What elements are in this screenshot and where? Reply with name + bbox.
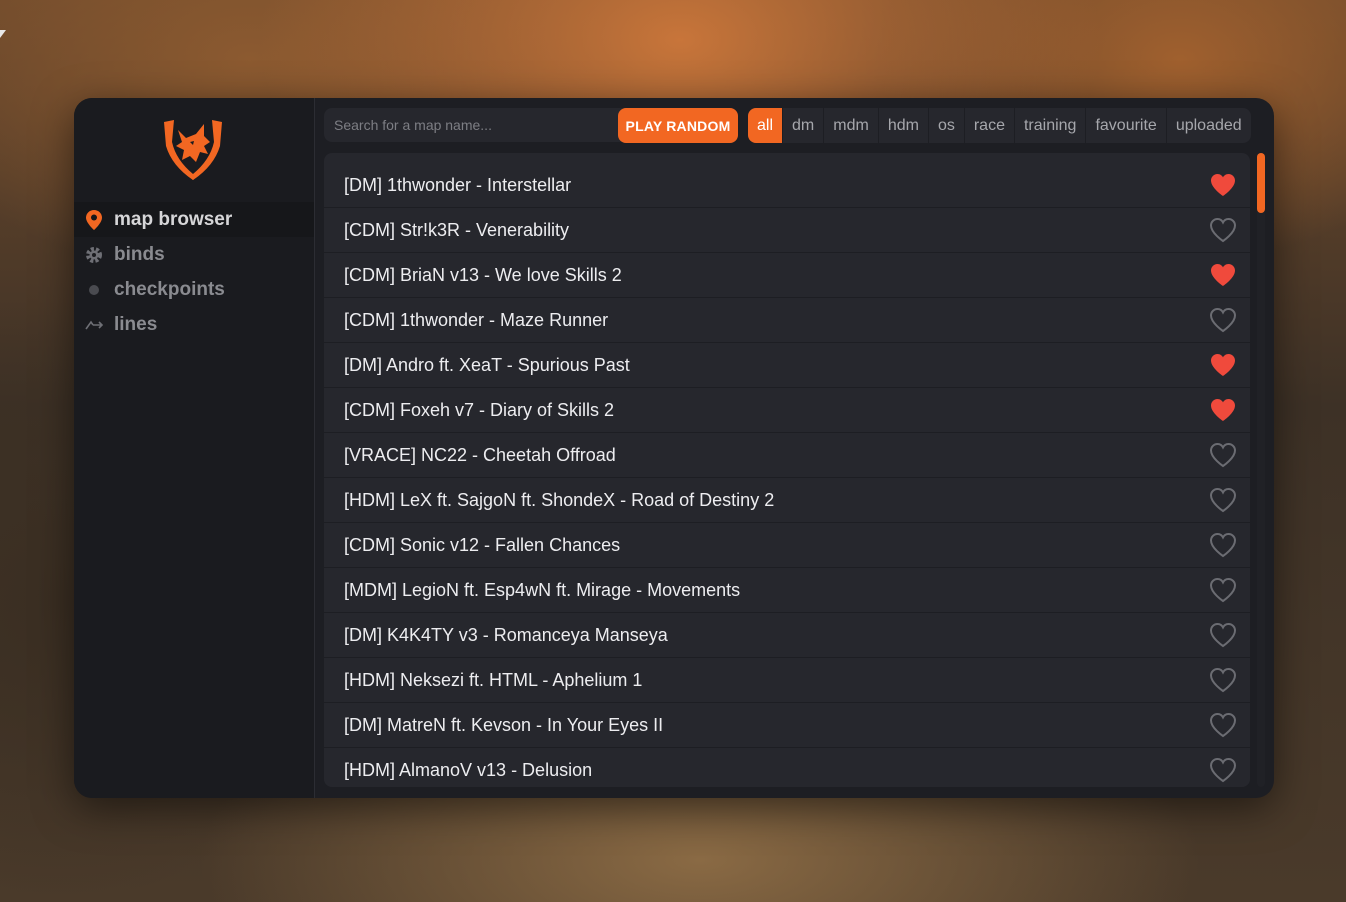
filter-tab-hdm[interactable]: hdm bbox=[879, 108, 929, 143]
map-title: [MDM] LegioN ft. Esp4wN ft. Mirage - Mov… bbox=[344, 579, 741, 600]
filter-tab-uploaded[interactable]: uploaded bbox=[1167, 108, 1251, 143]
sidebar-item-checkpoints[interactable]: checkpoints bbox=[74, 272, 314, 307]
filter-tab-os[interactable]: os bbox=[929, 108, 965, 143]
filter-tab-training[interactable]: training bbox=[1015, 108, 1087, 143]
play-random-button[interactable]: PLAY RANDOM bbox=[618, 108, 738, 143]
heart-outline-icon[interactable] bbox=[1208, 666, 1238, 694]
heart-outline-icon[interactable] bbox=[1208, 531, 1238, 559]
map-title: [HDM] LeX ft. SajgoN ft. ShondeX - Road … bbox=[344, 489, 775, 510]
scrollbar-thumb[interactable] bbox=[1257, 153, 1265, 213]
heart-outline-icon[interactable] bbox=[1208, 306, 1238, 334]
heart-outline-icon[interactable] bbox=[1208, 621, 1238, 649]
filter-tab-mdm[interactable]: mdm bbox=[824, 108, 879, 143]
gear-icon bbox=[84, 245, 104, 265]
map-row[interactable]: [HDM] LeX ft. SajgoN ft. ShondeX - Road … bbox=[324, 478, 1250, 523]
lines-icon bbox=[84, 315, 104, 335]
filter-tab-dm[interactable]: dm bbox=[783, 108, 825, 143]
map-title: [VRACE] NC22 - Cheetah Offroad bbox=[344, 444, 616, 465]
map-row[interactable]: [CDM] 1thwonder - Maze Runner bbox=[324, 298, 1250, 343]
map-title: [CDM] Foxeh v7 - Diary of Skills 2 bbox=[344, 399, 615, 420]
map-row[interactable]: [CDM] Str!k3R - Venerability bbox=[324, 208, 1250, 253]
heart-filled-icon[interactable] bbox=[1208, 351, 1238, 379]
dot-icon bbox=[84, 280, 104, 300]
heart-outline-icon[interactable] bbox=[1208, 486, 1238, 514]
map-row[interactable]: [DM] 1thwonder - Interstellar bbox=[324, 163, 1250, 208]
heart-filled-icon[interactable] bbox=[1208, 396, 1238, 424]
map-row[interactable]: [CDM] Foxeh v7 - Diary of Skills 2 bbox=[324, 388, 1250, 433]
search-input[interactable] bbox=[324, 108, 628, 142]
map-pin-icon bbox=[84, 209, 104, 230]
filter-tab-race[interactable]: race bbox=[965, 108, 1015, 143]
filter-tab-favourite[interactable]: favourite bbox=[1086, 108, 1167, 143]
map-title: [DM] Andro ft. XeaT - Spurious Past bbox=[344, 354, 630, 375]
map-row[interactable]: [CDM] Sonic v12 - Fallen Chances bbox=[324, 523, 1250, 568]
map-title: [CDM] Sonic v12 - Fallen Chances bbox=[344, 534, 621, 555]
map-row[interactable]: [VRACE] NC22 - Cheetah Offroad bbox=[324, 433, 1250, 478]
wolf-shield-logo-icon bbox=[160, 116, 226, 182]
sidebar-item-map-browser[interactable]: map browser bbox=[74, 202, 314, 237]
map-title: [DM] MatreN ft. Kevson - In Your Eyes II bbox=[344, 714, 664, 735]
map-row[interactable]: [CDM] BriaN v13 - We love Skills 2 bbox=[324, 253, 1250, 298]
map-browser-window: map browser binds checkpoints lines Sear… bbox=[74, 98, 1274, 798]
sidebar-item-binds[interactable]: binds bbox=[74, 237, 314, 272]
sidebar-item-label: map browser bbox=[114, 208, 233, 230]
main-panel: PLAY RANDOM all dm mdm hdm os race train… bbox=[315, 98, 1274, 798]
map-row[interactable]: [MDM] LegioN ft. Esp4wN ft. Mirage - Mov… bbox=[324, 568, 1250, 613]
sidebar-item-label: checkpoints bbox=[114, 278, 225, 300]
filter-tabs: all dm mdm hdm os race training favourit… bbox=[748, 108, 1251, 143]
heart-filled-icon[interactable] bbox=[1208, 261, 1238, 289]
map-title: [CDM] 1thwonder - Maze Runner bbox=[344, 309, 609, 330]
map-title: [CDM] Str!k3R - Venerability bbox=[344, 219, 570, 240]
map-title: [CDM] BriaN v13 - We love Skills 2 bbox=[344, 264, 622, 285]
map-title: [DM] K4K4TY v3 - Romanceya Manseya bbox=[344, 624, 668, 645]
map-title: [HDM] Neksezi ft. HTML - Aphelium 1 bbox=[344, 669, 643, 690]
sidebar: map browser binds checkpoints lines bbox=[74, 98, 315, 798]
mouse-cursor-icon bbox=[0, 30, 6, 38]
heart-filled-icon[interactable] bbox=[1208, 171, 1238, 199]
map-row[interactable]: [DM] Andro ft. XeaT - Spurious Past bbox=[324, 343, 1250, 388]
scrollbar-track[interactable] bbox=[1257, 153, 1265, 787]
map-row[interactable]: [DM] MatreN ft. Kevson - In Your Eyes II bbox=[324, 703, 1250, 748]
heart-outline-icon[interactable] bbox=[1208, 441, 1238, 469]
map-title: [DM] 1thwonder - Interstellar bbox=[344, 174, 572, 195]
sidebar-item-label: binds bbox=[114, 243, 165, 265]
map-title: [HDM] AlmanoV v13 - Delusion bbox=[344, 759, 593, 780]
map-list: [DM] 1thwonder - Interstellar [CDM] Str!k… bbox=[324, 153, 1250, 787]
sidebar-item-label: lines bbox=[114, 313, 158, 335]
heart-outline-icon[interactable] bbox=[1208, 576, 1238, 604]
map-row[interactable]: [HDM] Neksezi ft. HTML - Aphelium 1 bbox=[324, 658, 1250, 703]
heart-outline-icon[interactable] bbox=[1208, 711, 1238, 739]
map-row[interactable]: [DM] K4K4TY v3 - Romanceya Manseya bbox=[324, 613, 1250, 658]
sidebar-nav: map browser binds checkpoints lines bbox=[74, 202, 314, 342]
sidebar-item-lines[interactable]: lines bbox=[74, 307, 314, 342]
heart-outline-icon[interactable] bbox=[1208, 216, 1238, 244]
filter-tab-all[interactable]: all bbox=[748, 108, 784, 143]
map-row[interactable]: [HDM] AlmanoV v13 - Delusion bbox=[324, 748, 1250, 787]
heart-outline-icon[interactable] bbox=[1208, 756, 1238, 784]
